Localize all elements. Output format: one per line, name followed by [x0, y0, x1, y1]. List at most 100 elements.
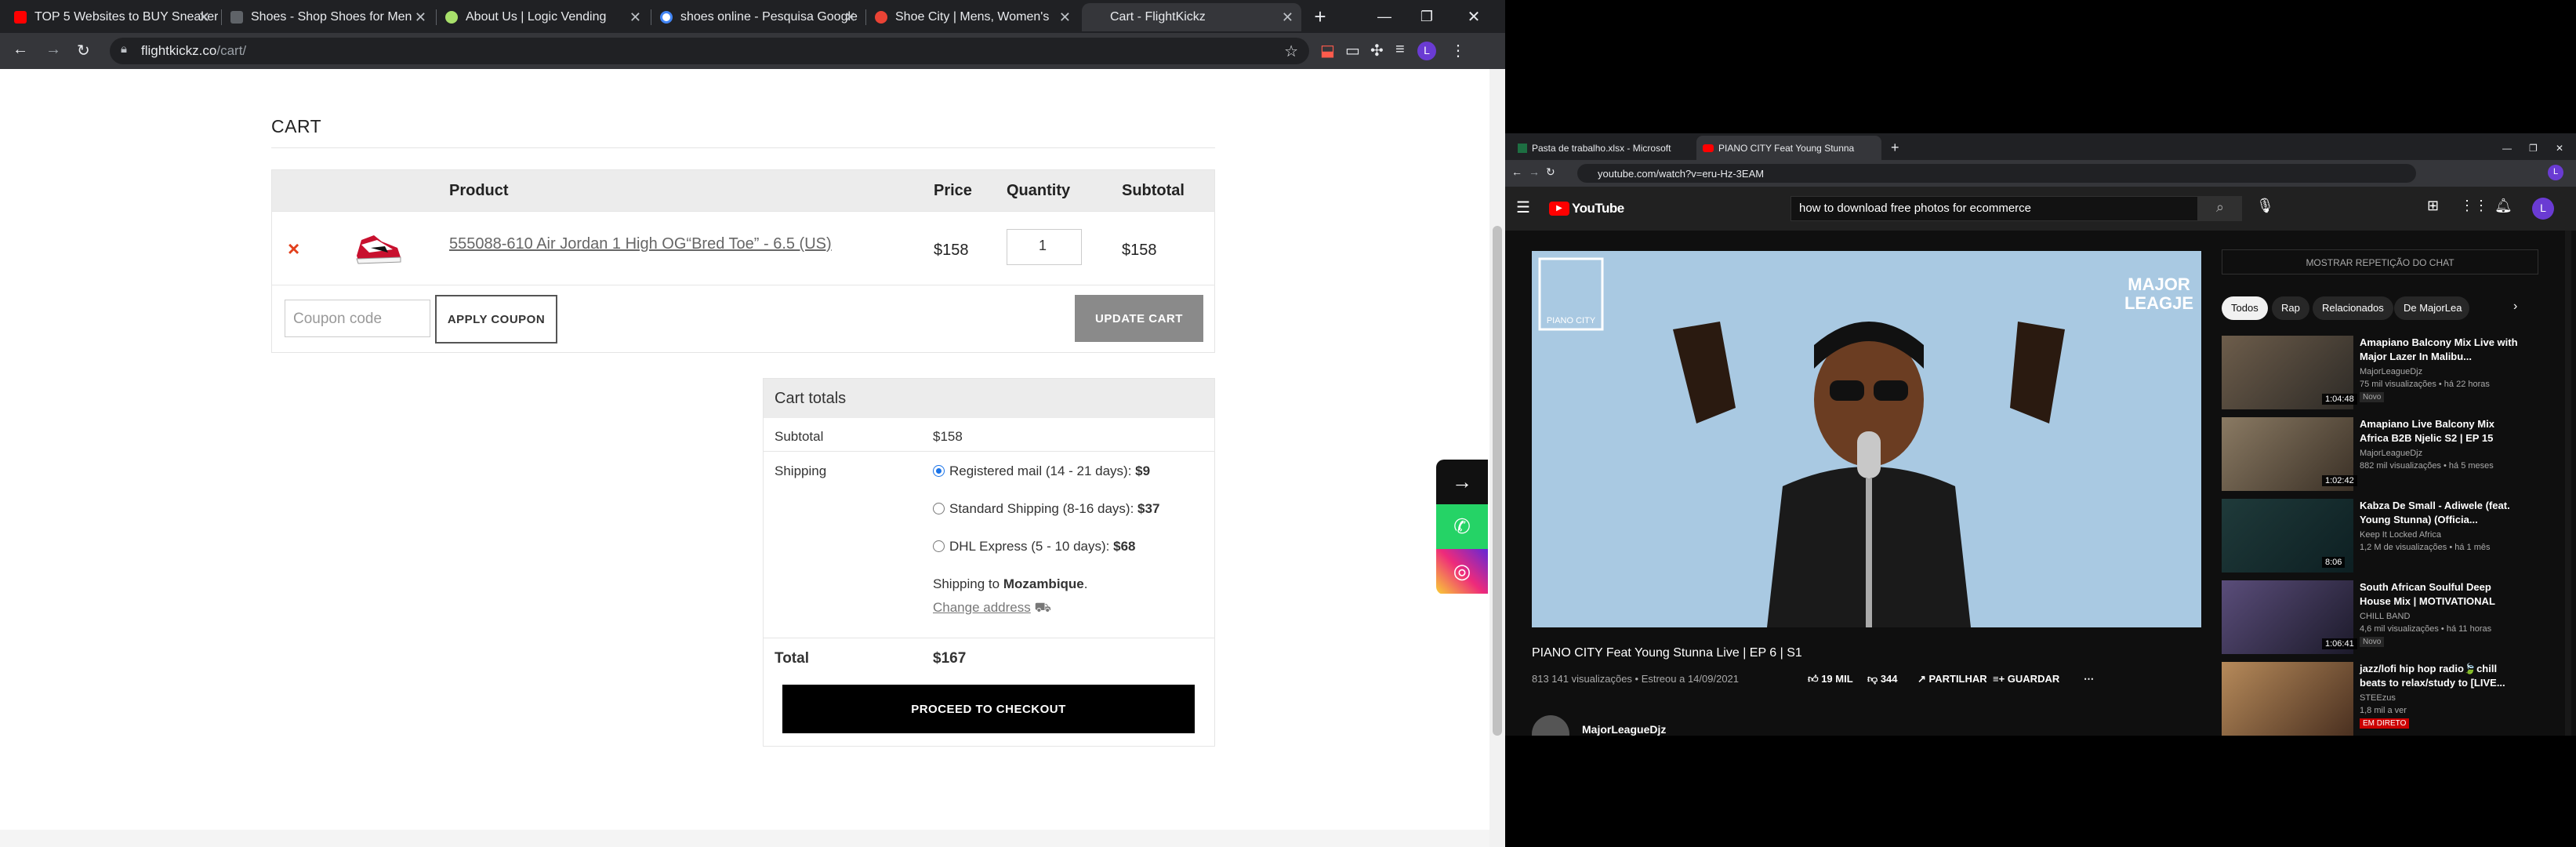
tab-youtube-sneakers[interactable]: TOP 5 Websites to BUY Sneakers ✕: [6, 3, 218, 31]
channel-name[interactable]: CHILL BAND: [2360, 612, 2410, 621]
channel-name[interactable]: MajorLeagueDjz: [1582, 723, 1666, 736]
apply-coupon-button[interactable]: APPLY COUPON: [435, 295, 557, 344]
youtube-logo[interactable]: ▶ YouTube: [1549, 201, 1624, 216]
radio-unselected[interactable]: [933, 503, 945, 514]
radio-selected[interactable]: [933, 465, 945, 477]
close-window-icon[interactable]: ✕: [1450, 0, 1497, 33]
minimize-icon[interactable]: —: [2496, 136, 2520, 160]
close-icon[interactable]: ✕: [1059, 9, 1071, 26]
recommended-video[interactable]: jazz/lofi hip hop radio🍃chill beats to r…: [2222, 662, 2559, 736]
close-icon[interactable]: ✕: [415, 9, 426, 26]
close-icon[interactable]: ✕: [629, 9, 641, 26]
apps-grid-icon[interactable]: ⋮⋮: [2460, 198, 2488, 214]
extensions-puzzle-icon[interactable]: ✣: [1370, 41, 1384, 60]
video-title[interactable]: Amapiano Live Balcony Mix Africa B2B Nje…: [2360, 417, 2524, 445]
address-bar[interactable]: 🔒︎ flightkickz.co/cart/ ☆: [110, 38, 1309, 64]
recommended-video[interactable]: 1:04:48 Amapiano Balcony Mix Live with M…: [2222, 336, 2559, 411]
reading-list-icon[interactable]: ≡: [1395, 41, 1405, 59]
whatsapp-icon[interactable]: ✆: [1436, 504, 1488, 549]
tab-cart-flightkickz[interactable]: Cart - FlightKickz ✕: [1082, 3, 1301, 31]
video-player[interactable]: PIANO CITY MAJOR LEAGJE: [1532, 251, 2201, 627]
chip-all[interactable]: Todos: [2222, 296, 2268, 320]
extension-icon[interactable]: ▭: [1345, 41, 1360, 60]
radio-unselected[interactable]: [933, 540, 945, 552]
search-input[interactable]: how to download free photos for ecommerc…: [1791, 196, 2198, 221]
scrollbar-thumb[interactable]: [1493, 226, 1502, 736]
video-title[interactable]: Amapiano Balcony Mix Live with Major Laz…: [2360, 336, 2524, 364]
video-title[interactable]: Kabza De Small - Adiwele (feat. Young St…: [2360, 499, 2524, 527]
share-button[interactable]: ↗ PARTILHAR: [1917, 673, 1987, 685]
forward-icon[interactable]: →: [45, 41, 61, 59]
product-name-link[interactable]: 555088-610 Air Jordan 1 High OG“Bred Toe…: [449, 235, 832, 253]
restore-icon[interactable]: ❐: [2523, 136, 2546, 160]
tab-google-search[interactable]: shoes online - Pesquisa Google ✕: [652, 3, 864, 31]
restore-icon[interactable]: ❐: [1403, 0, 1450, 33]
tab-youtube-video[interactable]: PIANO CITY Feat Young Stunna: [1696, 136, 1881, 160]
video-thumbnail[interactable]: [2222, 662, 2353, 736]
chip-channel[interactable]: De MajorLea: [2394, 296, 2469, 320]
more-actions-icon[interactable]: ⋯: [2084, 673, 2094, 685]
hamburger-menu-icon[interactable]: ☰: [1516, 198, 1530, 217]
pdf-extension-icon[interactable]: ⬓: [1320, 41, 1335, 60]
create-video-icon[interactable]: ⊞: [2427, 198, 2439, 214]
bookmark-star-icon[interactable]: ☆: [1284, 42, 1298, 61]
update-cart-button[interactable]: UPDATE CART: [1075, 295, 1203, 342]
channel-name[interactable]: STEEzus: [2360, 693, 2396, 703]
close-icon[interactable]: ✕: [844, 9, 856, 26]
shipping-option-registered[interactable]: Registered mail (14 - 21 days): $9: [933, 463, 1159, 501]
channel-name[interactable]: MajorLeagueDjz: [2360, 367, 2422, 376]
reload-icon[interactable]: ↻: [1546, 165, 1555, 179]
tab-shoe-city[interactable]: Shoe City | Mens, Women's ✕: [867, 3, 1079, 31]
coupon-code-input[interactable]: Coupon code: [285, 300, 430, 337]
close-icon[interactable]: ✕: [1282, 9, 1293, 26]
address-bar[interactable]: youtube.com/watch?v=eru-Hz-3EAM: [1577, 164, 2416, 183]
chip-related[interactable]: Relacionados: [2313, 296, 2393, 320]
forward-icon[interactable]: →: [1529, 165, 1540, 178]
channel-avatar[interactable]: [1532, 715, 1569, 736]
proceed-to-checkout-button[interactable]: PROCEED TO CHECKOUT: [782, 685, 1195, 733]
chip-rap[interactable]: Rap: [2272, 296, 2309, 320]
new-tab-button[interactable]: +: [1304, 0, 1336, 33]
video-title[interactable]: South African Soulful Deep House Mix | M…: [2360, 580, 2524, 609]
profile-avatar[interactable]: L: [2548, 165, 2563, 180]
remove-item-icon[interactable]: ×: [288, 237, 299, 261]
video-title[interactable]: jazz/lofi hip hop radio🍃chill beats to r…: [2360, 662, 2524, 690]
minimize-icon[interactable]: —: [1361, 0, 1408, 33]
profile-avatar[interactable]: L: [1417, 42, 1436, 60]
new-tab-button[interactable]: +: [1885, 136, 1903, 160]
mic-icon[interactable]: 🎙︎: [2256, 198, 2274, 214]
search-button[interactable]: ⌕: [2198, 196, 2242, 221]
recommended-video[interactable]: 1:02:42 Amapiano Live Balcony Mix Africa…: [2222, 417, 2559, 493]
lock-icon[interactable]: 🔒︎: [121, 42, 127, 56]
tab-logic-vending[interactable]: About Us | Logic Vending ✕: [437, 3, 649, 31]
quantity-input[interactable]: 1: [1007, 229, 1082, 265]
chevron-right-icon[interactable]: ›: [2513, 300, 2517, 314]
notifications-bell-icon[interactable]: 🔔︎: [2494, 198, 2513, 214]
close-icon[interactable]: ✕: [198, 9, 210, 26]
instagram-icon[interactable]: ◎: [1436, 549, 1488, 594]
back-icon[interactable]: ←: [1511, 165, 1522, 178]
recommended-video[interactable]: 8:06 Kabza De Small - Adiwele (feat. You…: [2222, 499, 2559, 574]
tab-shoes-shop[interactable]: Shoes - Shop Shoes for Men ✕: [223, 3, 434, 31]
recommended-video[interactable]: 1:06:41 South African Soulful Deep House…: [2222, 580, 2559, 656]
shipping-option-standard[interactable]: Standard Shipping (8-16 days): $37: [933, 501, 1159, 539]
sidebar-scrollbar[interactable]: [2565, 231, 2571, 736]
reload-icon[interactable]: ↻: [77, 41, 90, 60]
dislike-button[interactable]: 👎︎ 344: [1867, 673, 1898, 685]
show-chat-replay-button[interactable]: MOSTRAR REPETIÇÃO DO CHAT: [2222, 249, 2538, 274]
channel-name[interactable]: MajorLeagueDjz: [2360, 449, 2422, 458]
change-address-link[interactable]: Change address: [933, 600, 1031, 615]
save-button[interactable]: ≡+ GUARDAR: [1993, 673, 2059, 685]
change-address-row[interactable]: Change address ⛟: [933, 600, 1159, 617]
menu-kebab-icon[interactable]: ⋮: [1450, 41, 1466, 60]
arrow-right-icon[interactable]: →: [1436, 460, 1488, 504]
shipping-option-dhl[interactable]: DHL Express (5 - 10 days): $68: [933, 539, 1159, 576]
close-window-icon[interactable]: ✕: [2549, 136, 2573, 160]
like-button[interactable]: 👍︎ 19 MIL: [1808, 673, 1853, 685]
page-scrollbar[interactable]: [1489, 69, 1505, 847]
tab-excel[interactable]: Pasta de trabalho.xlsx - Microsoft: [1511, 136, 1693, 160]
back-icon[interactable]: ←: [13, 41, 28, 59]
channel-name[interactable]: Keep It Locked Africa: [2360, 530, 2441, 540]
product-thumbnail[interactable]: [354, 224, 404, 270]
account-avatar[interactable]: L: [2532, 198, 2554, 220]
